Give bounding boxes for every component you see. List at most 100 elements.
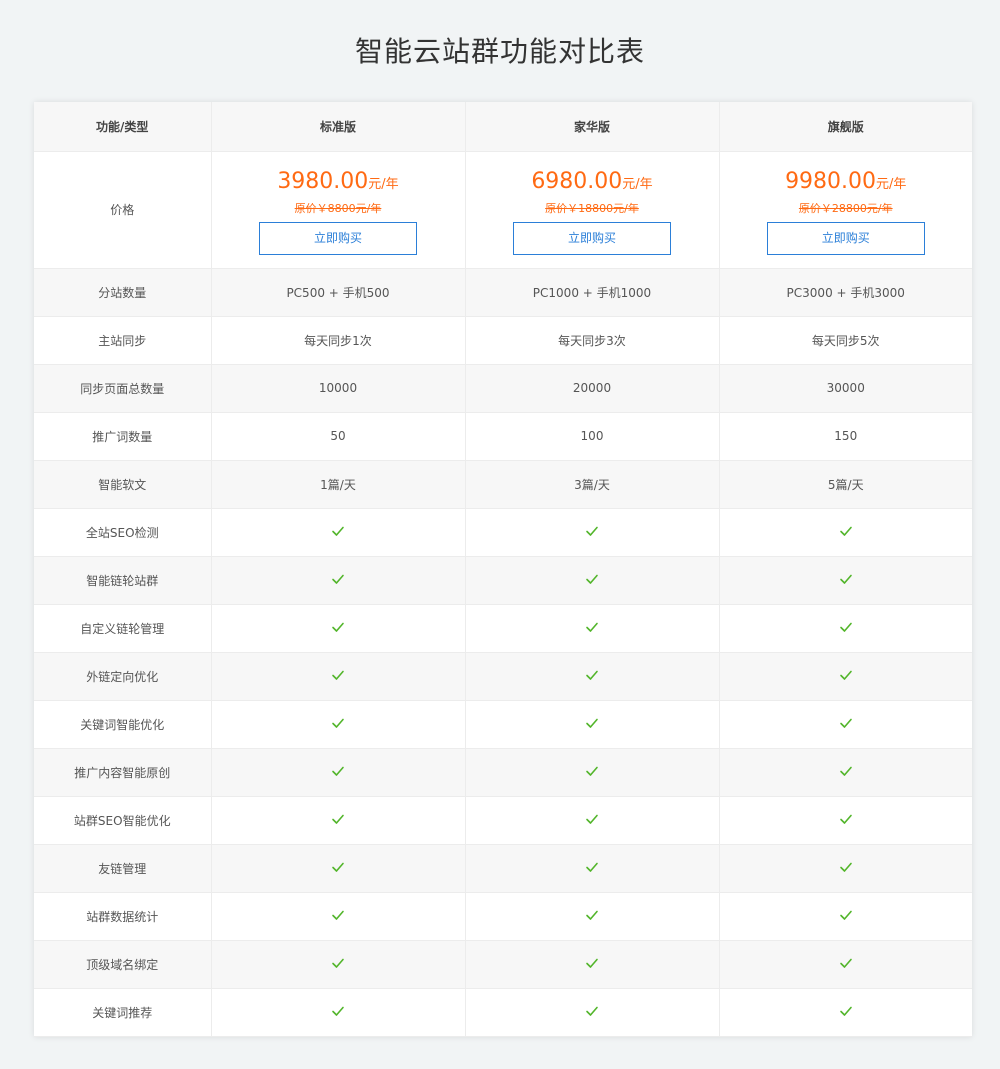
price-original: 原价￥18800元/年	[545, 201, 639, 215]
table-row: 站群SEO智能优化	[34, 796, 972, 845]
feature-value: 150	[719, 412, 972, 461]
feature-check-cell	[719, 556, 972, 605]
check-icon	[585, 764, 599, 778]
table-row: 自定义链轮管理	[34, 604, 972, 653]
feature-value: PC500 + 手机500	[211, 268, 466, 317]
feature-check-cell	[719, 652, 972, 701]
feature-check-cell	[211, 652, 466, 701]
table-row: 全站SEO检测	[34, 508, 972, 557]
feature-check-cell	[211, 844, 466, 893]
feature-check-cell	[465, 652, 720, 701]
feature-check-cell	[465, 892, 720, 941]
price-row: 价格 3980.00元/年 原价￥8800元/年 立即购买 6980.00元/年…	[34, 151, 972, 269]
feature-check-cell	[211, 748, 466, 797]
check-icon	[585, 524, 599, 538]
feature-check-cell	[211, 700, 466, 749]
price-value: 3980.00元/年	[277, 168, 399, 194]
feature-check-cell	[211, 508, 466, 557]
feature-value: PC3000 + 手机3000	[719, 268, 972, 317]
feature-value: PC1000 + 手机1000	[465, 268, 720, 317]
check-icon	[585, 908, 599, 922]
feature-check-cell	[211, 892, 466, 941]
feature-label: 外链定向优化	[34, 652, 212, 701]
check-icon	[331, 812, 345, 826]
price-original: 原价￥28800元/年	[798, 201, 893, 215]
check-icon	[331, 1004, 345, 1018]
feature-check-cell	[719, 748, 972, 797]
table-row: 友链管理	[34, 844, 972, 893]
feature-check-cell	[465, 940, 720, 989]
feature-check-cell	[719, 508, 972, 557]
table-row: 智能软文 1篇/天 3篇/天 5篇/天	[34, 460, 972, 509]
feature-check-cell	[465, 556, 720, 605]
header-row: 功能/类型 标准版 家华版 旗舰版	[34, 102, 972, 152]
feature-label: 推广词数量	[34, 412, 212, 461]
feature-label: 分站数量	[34, 268, 212, 317]
feature-label: 站群数据统计	[34, 892, 212, 941]
feature-check-cell	[211, 796, 466, 845]
feature-check-cell	[465, 844, 720, 893]
feature-check-cell	[211, 988, 466, 1037]
feature-label: 站群SEO智能优化	[34, 796, 212, 845]
check-icon	[331, 908, 345, 922]
feature-check-cell	[465, 700, 720, 749]
feature-check-cell	[465, 988, 720, 1037]
feature-value: 每天同步5次	[719, 316, 972, 365]
feature-value: 10000	[211, 364, 466, 413]
feature-value: 每天同步3次	[465, 316, 720, 365]
feature-check-cell	[465, 748, 720, 797]
check-icon	[585, 812, 599, 826]
feature-label: 关键词推荐	[34, 988, 212, 1037]
feature-check-cell	[719, 940, 972, 989]
check-icon	[839, 860, 853, 874]
table-row: 外链定向优化	[34, 652, 972, 701]
feature-value: 5篇/天	[719, 460, 972, 509]
feature-check-cell	[719, 796, 972, 845]
check-icon	[585, 956, 599, 970]
price-cell-standard: 3980.00元/年 原价￥8800元/年 立即购买	[211, 151, 466, 269]
check-icon	[331, 860, 345, 874]
feature-label: 主站同步	[34, 316, 212, 365]
header-feature-type: 功能/类型	[34, 102, 212, 152]
feature-check-cell	[211, 556, 466, 605]
feature-label: 关键词智能优化	[34, 700, 212, 749]
comparison-table: 功能/类型 标准版 家华版 旗舰版 价格 3980.00元/年 原价￥8800元…	[34, 102, 972, 1037]
check-icon	[839, 716, 853, 730]
buy-button-standard[interactable]: 立即购买	[259, 221, 417, 255]
table-row: 站群数据统计	[34, 892, 972, 941]
page-title: 智能云站群功能对比表	[354, 35, 645, 68]
table-row: 同步页面总数量 10000 20000 30000	[34, 364, 972, 413]
price-cell-flagship: 9980.00元/年 原价￥28800元/年 立即购买	[719, 151, 972, 269]
check-icon	[839, 1004, 853, 1018]
feature-label: 全站SEO检测	[34, 508, 212, 557]
feature-check-cell	[465, 508, 720, 557]
price-value: 9980.00元/年	[785, 168, 907, 194]
check-icon	[839, 764, 853, 778]
feature-check-cell	[719, 988, 972, 1037]
check-icon	[839, 812, 853, 826]
feature-check-cell	[211, 604, 466, 653]
check-icon	[839, 908, 853, 922]
header-standard: 标准版	[211, 102, 466, 152]
feature-check-cell	[465, 604, 720, 653]
feature-label: 推广内容智能原创	[34, 748, 212, 797]
check-icon	[585, 572, 599, 586]
feature-check-cell	[719, 700, 972, 749]
check-icon	[331, 620, 345, 634]
feature-value: 每天同步1次	[211, 316, 466, 365]
buy-button-flagship[interactable]: 立即购买	[766, 221, 925, 255]
check-icon	[585, 1004, 599, 1018]
feature-check-cell	[211, 940, 466, 989]
feature-label: 智能链轮站群	[34, 556, 212, 605]
feature-label: 友链管理	[34, 844, 212, 893]
table-row: 关键词智能优化	[34, 700, 972, 749]
check-icon	[331, 668, 345, 682]
feature-check-cell	[719, 604, 972, 653]
price-value: 6980.00元/年	[531, 168, 653, 194]
table-row: 推广词数量 50 100 150	[34, 412, 972, 461]
check-icon	[331, 572, 345, 586]
header-flagship: 旗舰版	[719, 102, 972, 152]
feature-label: 自定义链轮管理	[34, 604, 212, 653]
buy-button-deluxe[interactable]: 立即购买	[513, 221, 671, 255]
table-row: 分站数量 PC500 + 手机500 PC1000 + 手机1000 PC3000 +…	[34, 268, 972, 317]
